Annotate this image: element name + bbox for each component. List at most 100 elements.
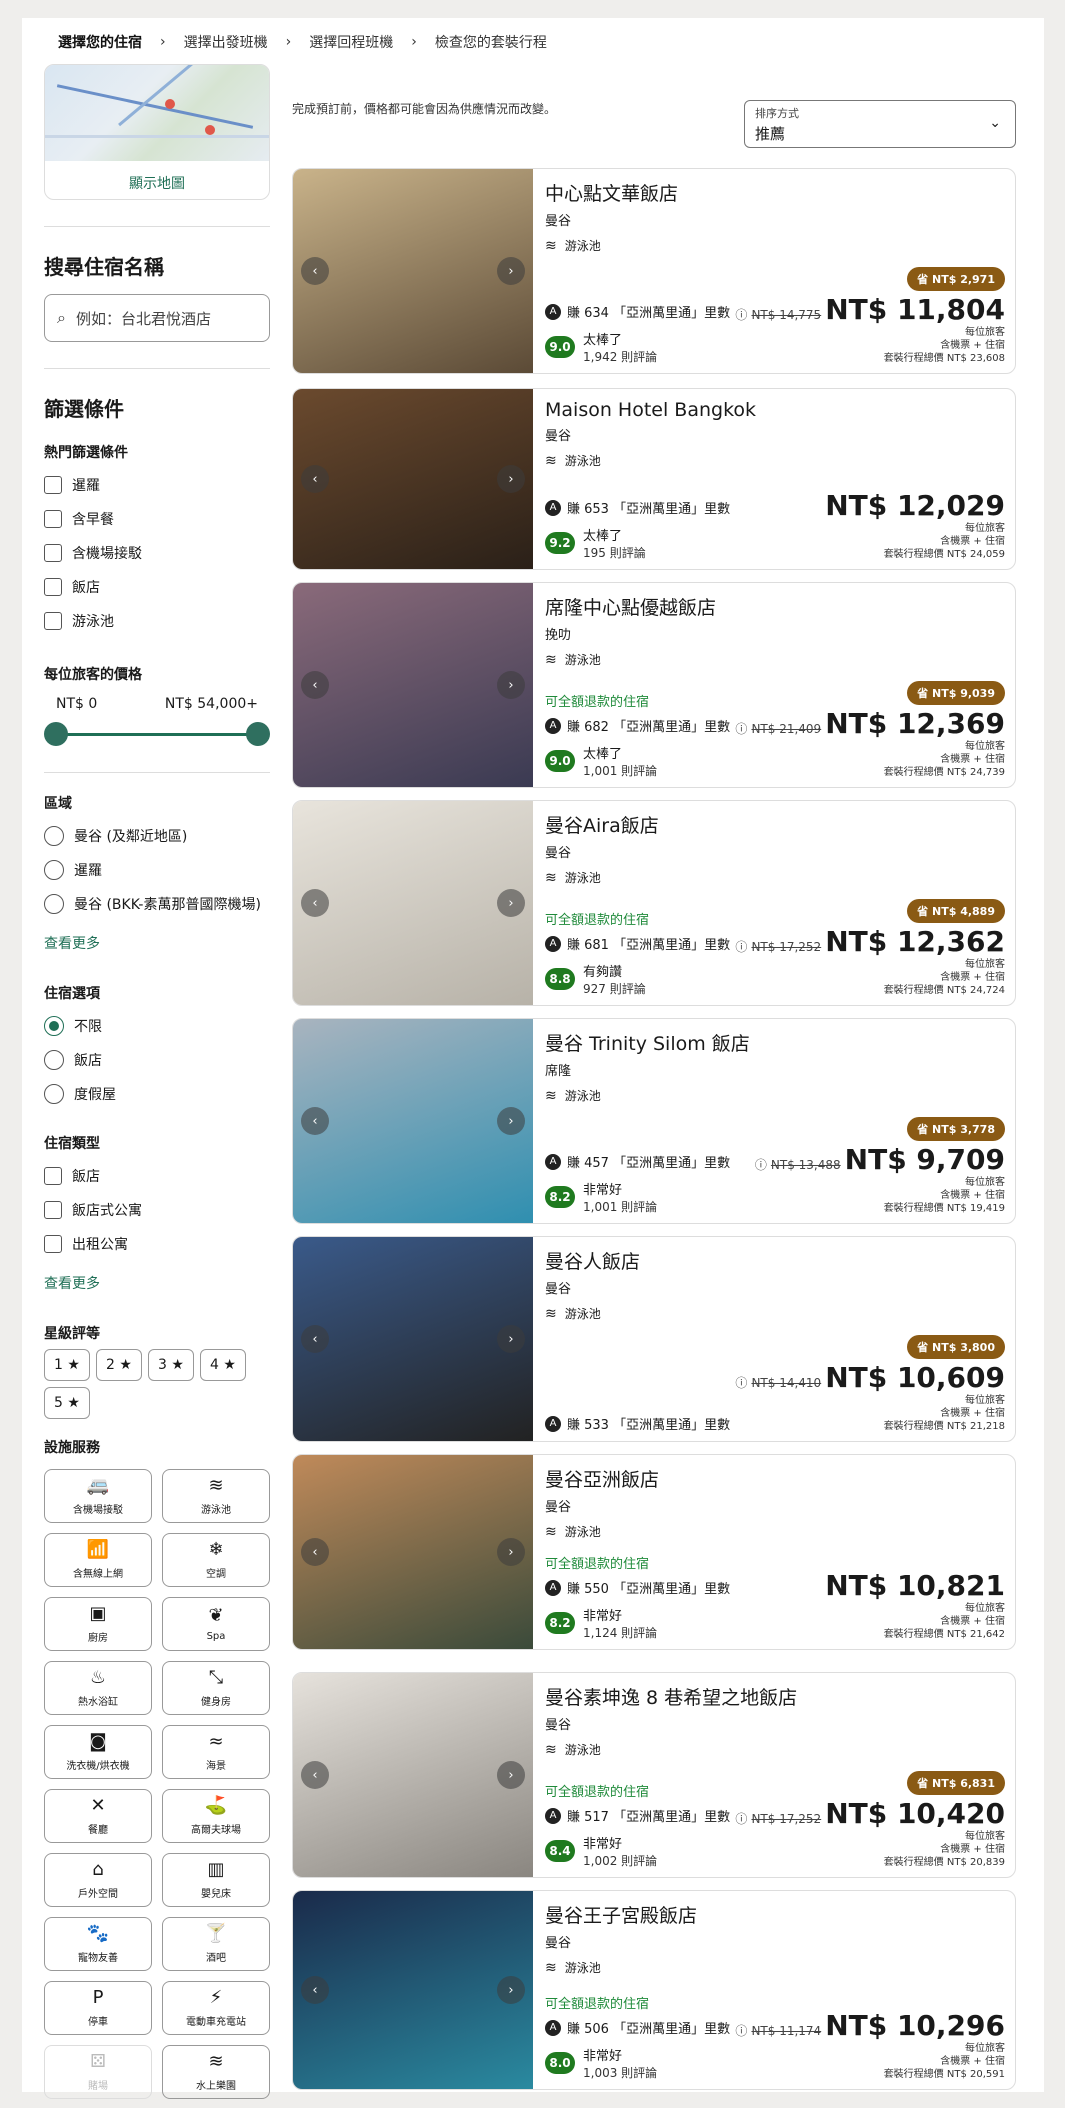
chevron-right-icon[interactable]: › xyxy=(497,1976,525,2004)
type-filter-checkbox[interactable]: 飯店式公寓 xyxy=(44,1193,270,1227)
chevron-right-icon[interactable]: › xyxy=(497,671,525,699)
info-icon[interactable]: ⓘ xyxy=(735,2022,747,2039)
amenity-button[interactable]: ❦ Spa xyxy=(162,1597,270,1651)
chevron-left-icon[interactable]: ‹ xyxy=(301,889,329,917)
hotel-card[interactable]: ‹ › 曼谷人飯店 曼谷 ≋ 游泳池 A 賺 533 「亞洲萬里通」里數 省 NT$ 3,800… xyxy=(292,1236,1016,1442)
hotel-name[interactable]: 席隆中心點優越飯店 xyxy=(545,593,1005,620)
hotel-card[interactable]: ‹ › 曼谷Aira飯店 曼谷 ≋ 游泳池 可全額退款的住宿 A 賺 681 「亞洲萬里通」里數… xyxy=(292,800,1016,1006)
property-search-input[interactable]: ⌕ 例如：台北君悅酒店 xyxy=(44,294,270,342)
price-slider[interactable] xyxy=(44,722,270,746)
amenity-button[interactable]: ▣ 廚房 xyxy=(44,1597,152,1651)
crumb-outbound[interactable]: 選擇出發班機 xyxy=(184,32,268,52)
crumb-stay[interactable]: 選擇您的住宿 xyxy=(58,32,142,52)
price-max-handle[interactable] xyxy=(246,722,270,746)
checkbox-box[interactable] xyxy=(44,578,62,596)
amenity-button[interactable]: ⌂ 戶外空間 xyxy=(44,1853,152,1907)
chevron-left-icon[interactable]: ‹ xyxy=(301,671,329,699)
amenity-button[interactable]: 🐾 寵物友善 xyxy=(44,1917,152,1971)
amenity-button[interactable]: ⛳ 高爾夫球場 xyxy=(162,1789,270,1843)
area-radio[interactable]: 曼谷 (及鄰近地區) xyxy=(44,819,270,853)
map-preview[interactable]: 顯示地圖 xyxy=(44,64,270,200)
hotel-card[interactable]: ‹ › 曼谷素坤逸 8 巷希望之地飯店 曼谷 ≋ 游泳池 可全額退款的住宿 A 賺 517 「亞… xyxy=(292,1672,1016,1878)
chevron-right-icon[interactable]: › xyxy=(497,465,525,493)
type-filter-checkbox[interactable]: 出租公寓 xyxy=(44,1227,270,1261)
see-more-areas-link[interactable]: 查看更多 xyxy=(44,933,270,953)
amenity-button[interactable]: ≈ 海景 xyxy=(162,1725,270,1779)
chevron-right-icon[interactable]: › xyxy=(497,1107,525,1135)
price-min-handle[interactable] xyxy=(44,722,68,746)
chevron-left-icon[interactable]: ‹ xyxy=(301,1107,329,1135)
hotel-card[interactable]: ‹ › Maison Hotel Bangkok 曼谷 ≋ 游泳池 A 賺 653 「亞洲萬里… xyxy=(292,388,1016,570)
hotel-name[interactable]: 曼谷王子宮殿飯店 xyxy=(545,1901,1005,1928)
type-filter-checkbox[interactable]: 飯店 xyxy=(44,1159,270,1193)
checkbox-box[interactable] xyxy=(44,544,62,562)
radio-circle[interactable] xyxy=(44,860,64,880)
radio-circle[interactable] xyxy=(44,894,64,914)
info-icon[interactable]: ⓘ xyxy=(755,1156,767,1173)
hotel-card[interactable]: ‹ › 曼谷亞洲飯店 曼谷 ≋ 游泳池 可全額退款的住宿 A 賺 550 「亞洲萬里通」里數 8.… xyxy=(292,1454,1016,1650)
amenity-button[interactable]: ≋ 游泳池 xyxy=(162,1469,270,1523)
info-icon[interactable]: ⓘ xyxy=(735,938,747,955)
popular-filter-checkbox[interactable]: 含早餐 xyxy=(44,502,270,536)
sort-dropdown[interactable]: 排序方式 推薦 ⌄ xyxy=(744,100,1016,148)
info-icon[interactable]: ⓘ xyxy=(735,1374,747,1391)
amenity-button[interactable]: ≋ 水上樂園 xyxy=(162,2045,270,2099)
checkbox-box[interactable] xyxy=(44,476,62,494)
hotel-card[interactable]: ‹ › 曼谷 Trinity Silom 飯店 席隆 ≋ 游泳池 A 賺 457 「亞洲萬里通… xyxy=(292,1018,1016,1224)
star-rating-button[interactable]: 3 ★ xyxy=(148,1349,194,1381)
amenity-button[interactable]: ▥ 嬰兒床 xyxy=(162,1853,270,1907)
star-rating-button[interactable]: 1 ★ xyxy=(44,1349,90,1381)
amenity-button[interactable]: 🍸 酒吧 xyxy=(162,1917,270,1971)
amenity-button[interactable]: 📶 含無線上網 xyxy=(44,1533,152,1587)
hotel-card[interactable]: ‹ › 席隆中心點優越飯店 挽叻 ≋ 游泳池 可全額退款的住宿 A 賺 682 「亞洲萬里通」里… xyxy=(292,582,1016,788)
chevron-right-icon[interactable]: › xyxy=(497,1538,525,1566)
chevron-left-icon[interactable]: ‹ xyxy=(301,1538,329,1566)
hotel-card[interactable]: ‹ › 中心點文華飯店 曼谷 ≋ 游泳池 A 賺 634 「亞洲萬里通」里數 9.0 太棒了 1,9… xyxy=(292,168,1016,374)
see-more-types-link[interactable]: 查看更多 xyxy=(44,1273,270,1293)
info-icon[interactable]: ⓘ xyxy=(735,1810,747,1827)
lodging-radio[interactable]: 度假屋 xyxy=(44,1077,270,1111)
crumb-return[interactable]: 選擇回程班機 xyxy=(309,32,393,52)
chevron-left-icon[interactable]: ‹ xyxy=(301,257,329,285)
amenity-button[interactable]: ♨ 熱水浴缸 xyxy=(44,1661,152,1715)
chevron-left-icon[interactable]: ‹ xyxy=(301,465,329,493)
amenity-button[interactable]: ❄ 空調 xyxy=(162,1533,270,1587)
hotel-name[interactable]: 中心點文華飯店 xyxy=(545,179,1005,206)
lodging-radio[interactable]: 飯店 xyxy=(44,1043,270,1077)
crumb-review[interactable]: 檢查您的套裝行程 xyxy=(435,32,547,52)
chevron-left-icon[interactable]: ‹ xyxy=(301,1761,329,1789)
hotel-card[interactable]: ‹ › 曼谷王子宮殿飯店 曼谷 ≋ 游泳池 可全額退款的住宿 A 賺 506 「亞洲萬里通」里數… xyxy=(292,1890,1016,2090)
amenity-button[interactable]: 🚐 含機場接駁 xyxy=(44,1469,152,1523)
hotel-name[interactable]: 曼谷Aira飯店 xyxy=(545,811,1005,838)
amenity-button[interactable]: ⚄ 賭場 xyxy=(44,2045,152,2099)
area-radio[interactable]: 曼谷 (BKK-素萬那普國際機場) xyxy=(44,887,270,921)
chevron-right-icon[interactable]: › xyxy=(497,1761,525,1789)
star-rating-button[interactable]: 5 ★ xyxy=(44,1387,90,1419)
amenity-button[interactable]: ⚡ 電動車充電站 xyxy=(162,1981,270,2035)
checkbox-box[interactable] xyxy=(44,1235,62,1253)
popular-filter-checkbox[interactable]: 暹羅 xyxy=(44,468,270,502)
checkbox-box[interactable] xyxy=(44,612,62,630)
info-icon[interactable]: ⓘ xyxy=(735,720,747,737)
chevron-left-icon[interactable]: ‹ xyxy=(301,1976,329,2004)
amenity-button[interactable]: ✕ 餐廳 xyxy=(44,1789,152,1843)
popular-filter-checkbox[interactable]: 含機場接駁 xyxy=(44,536,270,570)
area-radio[interactable]: 暹羅 xyxy=(44,853,270,887)
hotel-name[interactable]: 曼谷人飯店 xyxy=(545,1247,1005,1274)
info-icon[interactable]: ⓘ xyxy=(735,306,747,323)
chevron-left-icon[interactable]: ‹ xyxy=(301,1325,329,1353)
hotel-name[interactable]: 曼谷 Trinity Silom 飯店 xyxy=(545,1029,1005,1056)
popular-filter-checkbox[interactable]: 飯店 xyxy=(44,570,270,604)
radio-circle[interactable] xyxy=(44,826,64,846)
hotel-name[interactable]: 曼谷亞洲飯店 xyxy=(545,1465,1005,1492)
chevron-right-icon[interactable]: › xyxy=(497,257,525,285)
star-rating-button[interactable]: 2 ★ xyxy=(96,1349,142,1381)
amenity-button[interactable]: P 停車 xyxy=(44,1981,152,2035)
popular-filter-checkbox[interactable]: 游泳池 xyxy=(44,604,270,638)
checkbox-box[interactable] xyxy=(44,1201,62,1219)
hotel-name[interactable]: 曼谷素坤逸 8 巷希望之地飯店 xyxy=(545,1683,1005,1710)
show-map-link[interactable]: 顯示地圖 xyxy=(45,173,269,193)
checkbox-box[interactable] xyxy=(44,510,62,528)
radio-circle[interactable] xyxy=(44,1084,64,1104)
star-rating-button[interactable]: 4 ★ xyxy=(200,1349,246,1381)
